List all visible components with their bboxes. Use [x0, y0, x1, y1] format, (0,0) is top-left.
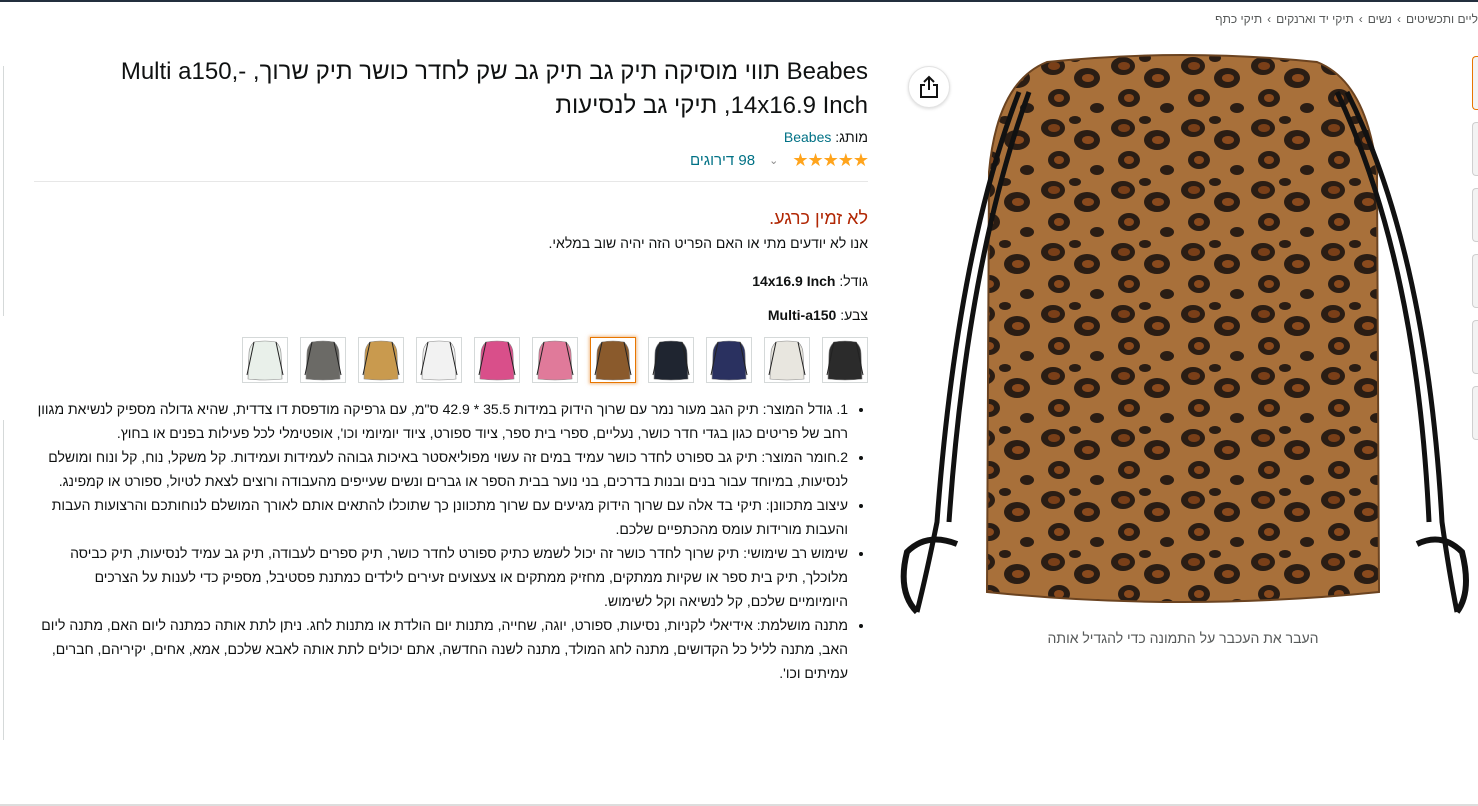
color-value: Multi-a150	[767, 307, 837, 323]
image-thumbnail[interactable]	[1472, 188, 1478, 242]
color-swatch-pineapples[interactable]	[242, 337, 288, 383]
star-rating-icon[interactable]: ★★★★★	[792, 150, 869, 171]
image-thumbnail[interactable]	[1472, 386, 1478, 440]
image-thumbnail-strip	[1472, 56, 1478, 452]
color-swatch-african-woman[interactable]	[358, 337, 404, 383]
feature-bullet: 2.חומר המוצר: תיק גב ספורט לחדר כושר עמי…	[34, 445, 848, 493]
color-swatch-cats[interactable]	[764, 337, 810, 383]
availability-status: לא זמין כרגע.	[769, 208, 868, 228]
image-thumbnail[interactable]	[1472, 56, 1478, 110]
color-label: צבע:	[840, 307, 868, 323]
size-selection: גודל: 14x16.9 Inch	[34, 273, 868, 289]
availability-note: אנו לא יודעים מתי או האם הפריט הזה יהיה …	[548, 235, 868, 251]
feature-bullet: שימוש רב שימושי: תיק שרוך לחדר כושר זה י…	[34, 541, 848, 613]
color-swatch-leopard[interactable]	[590, 337, 636, 383]
breadcrumb-item-shoulder-bags[interactable]: תיקי כתף	[1215, 12, 1262, 26]
feature-bullets: 1. גודל המוצר: תיק הגב מעור נמר עם שרוך …	[34, 397, 868, 685]
rating-line: ★★★★★ ⌄ 98 דירוגים	[34, 149, 869, 171]
brand-label: מותג:	[835, 129, 868, 145]
image-thumbnail[interactable]	[1472, 320, 1478, 374]
product-title: Beabes תווי מוסיקה תיק גב תיק גב שק לחדר…	[120, 58, 868, 119]
image-thumbnail[interactable]	[1472, 254, 1478, 308]
divider	[34, 181, 868, 182]
breadcrumb-item-women[interactable]: נשים	[1368, 12, 1392, 26]
color-swatch-pink-marble[interactable]	[532, 337, 578, 383]
image-zoom-hint: העבר את העכבר על התמונה כדי להגדיל אותה	[1047, 630, 1319, 646]
ratings-count-link[interactable]: 98 דירוגים	[690, 152, 755, 169]
product-details: Beabes תווי מוסיקה תיק גב תיק גב שק לחדר…	[34, 55, 869, 685]
color-swatch-list	[34, 337, 868, 383]
brand-link[interactable]: Beabes	[784, 129, 831, 145]
left-panel-edge	[0, 66, 4, 316]
top-border	[0, 0, 1478, 2]
brand-line: מותג: Beabes	[34, 129, 868, 145]
color-swatch-space-cats[interactable]	[706, 337, 752, 383]
breadcrumb-item-handbags[interactable]: תיקי יד וארנקים	[1276, 12, 1354, 26]
breadcrumb: ליים ותכשיטים›נשים›תיקי יד וארנקים›תיקי …	[1215, 12, 1478, 26]
feature-bullet: עיצוב מתכוונן: תיקי בד אלה עם שרוך הידוק…	[34, 493, 848, 541]
size-value: 14x16.9 Inch	[752, 273, 836, 289]
color-swatch-dark-pattern[interactable]	[648, 337, 694, 383]
color-swatch-tie-dye[interactable]	[474, 337, 520, 383]
color-swatch-sketch[interactable]	[416, 337, 462, 383]
color-selection: צבע: Multi-a150	[34, 307, 868, 323]
share-button[interactable]	[908, 66, 950, 108]
share-icon	[920, 75, 938, 98]
breadcrumb-item-jewelry[interactable]: ליים ותכשיטים	[1406, 12, 1478, 26]
chevron-down-icon[interactable]: ⌄	[769, 154, 778, 167]
feature-bullet: מתנה מושלמת: אידיאלי לקניות, נסיעות, ספו…	[34, 613, 848, 685]
main-product-image[interactable]	[897, 52, 1469, 624]
image-thumbnail[interactable]	[1472, 122, 1478, 176]
feature-bullet: 1. גודל המוצר: תיק הגב מעור נמר עם שרוך …	[34, 397, 848, 445]
color-swatch-music-notes[interactable]	[822, 337, 868, 383]
size-label: גודל:	[839, 273, 868, 289]
left-panel-edge-lower	[0, 420, 4, 740]
color-swatch-pug[interactable]	[300, 337, 346, 383]
